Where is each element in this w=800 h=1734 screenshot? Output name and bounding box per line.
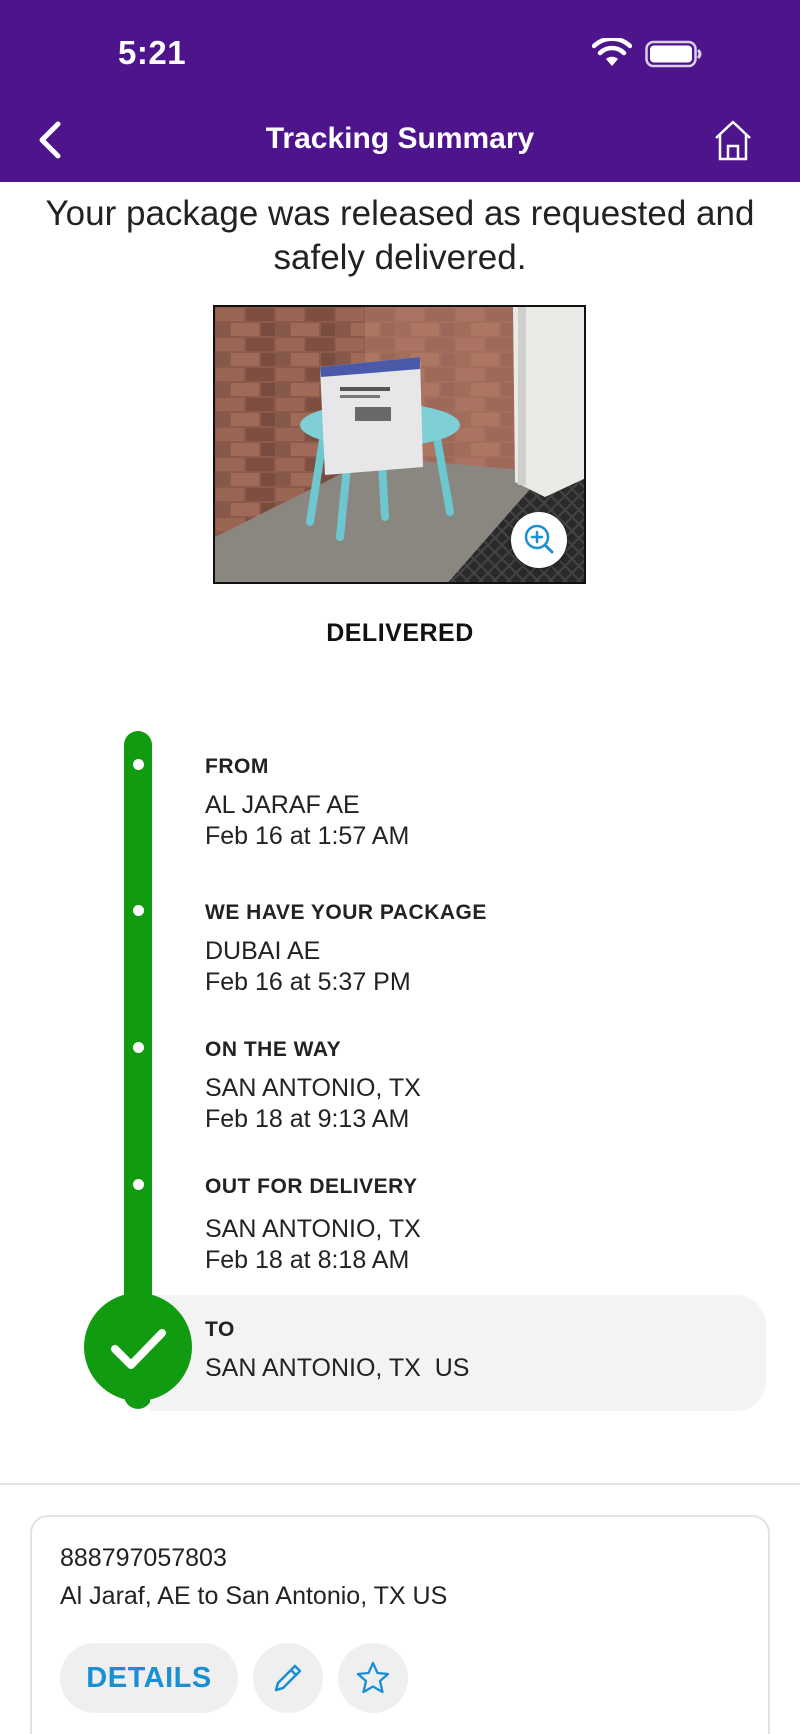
- step-location: DUBAI AE: [205, 937, 321, 965]
- step-time: Feb 16 at 5:37 PM: [205, 968, 411, 996]
- step-on-the-way: ON THE WAY SAN ANTONIO, TX Feb 18 at 9:1…: [205, 1037, 765, 1135]
- shipment-route: Al Jaraf, AE to San Antonio, TX US: [60, 1582, 448, 1610]
- progress-dot: [133, 759, 144, 770]
- page-title: Tracking Summary: [265, 122, 535, 155]
- pencil-icon: [274, 1664, 302, 1692]
- delivered-check-icon: [84, 1293, 192, 1401]
- step-time: Feb 18 at 8:18 AM: [205, 1246, 410, 1274]
- step-label: OUT FOR DELIVERY: [205, 1175, 418, 1198]
- edit-button[interactable]: [253, 1643, 323, 1713]
- step-label: FROM: [205, 755, 269, 778]
- delivery-photo[interactable]: [213, 305, 586, 584]
- step-location: SAN ANTONIO, TX: [205, 1074, 421, 1102]
- status-time: 5:21: [118, 34, 187, 71]
- step-time: Feb 16 at 1:57 AM: [205, 822, 410, 850]
- zoom-in-icon: [524, 524, 554, 554]
- app-header: 5:21 Tracking Summary: [0, 0, 800, 182]
- step-picked-up: WE HAVE YOUR PACKAGE DUBAI AE Feb 16 at …: [205, 900, 765, 998]
- favorite-button[interactable]: [338, 1643, 408, 1713]
- zoom-in-button[interactable]: [511, 512, 567, 568]
- progress-dot: [133, 905, 144, 916]
- progress-dot: [133, 1042, 144, 1053]
- step-location: SAN ANTONIO, TX US: [205, 1354, 470, 1382]
- progress-dot: [133, 1179, 144, 1190]
- delivery-message: Your package was released as requested a…: [45, 194, 755, 277]
- star-icon: [356, 1661, 390, 1694]
- delivery-status: DELIVERED: [326, 619, 474, 647]
- step-from: FROM AL JARAF AE Feb 16 at 1:57 AM: [205, 754, 765, 852]
- step-time: Feb 18 at 9:13 AM: [205, 1105, 410, 1133]
- details-button[interactable]: DETAILS: [60, 1643, 238, 1713]
- step-location: AL JARAF AE: [205, 791, 360, 819]
- tracking-number: 888797057803: [60, 1544, 227, 1572]
- battery-icon: [645, 40, 702, 68]
- divider: [0, 1483, 800, 1485]
- step-to: TO SAN ANTONIO, TX US: [205, 1317, 765, 1384]
- step-out-for-delivery: OUT FOR DELIVERY SAN ANTONIO, TX Feb 18 …: [205, 1174, 765, 1276]
- step-label: TO: [205, 1318, 235, 1341]
- step-label: WE HAVE YOUR PACKAGE: [205, 901, 487, 924]
- home-icon[interactable]: [712, 118, 754, 162]
- wifi-icon: [592, 38, 632, 66]
- step-label: ON THE WAY: [205, 1038, 342, 1061]
- step-location: SAN ANTONIO, TX: [205, 1215, 421, 1243]
